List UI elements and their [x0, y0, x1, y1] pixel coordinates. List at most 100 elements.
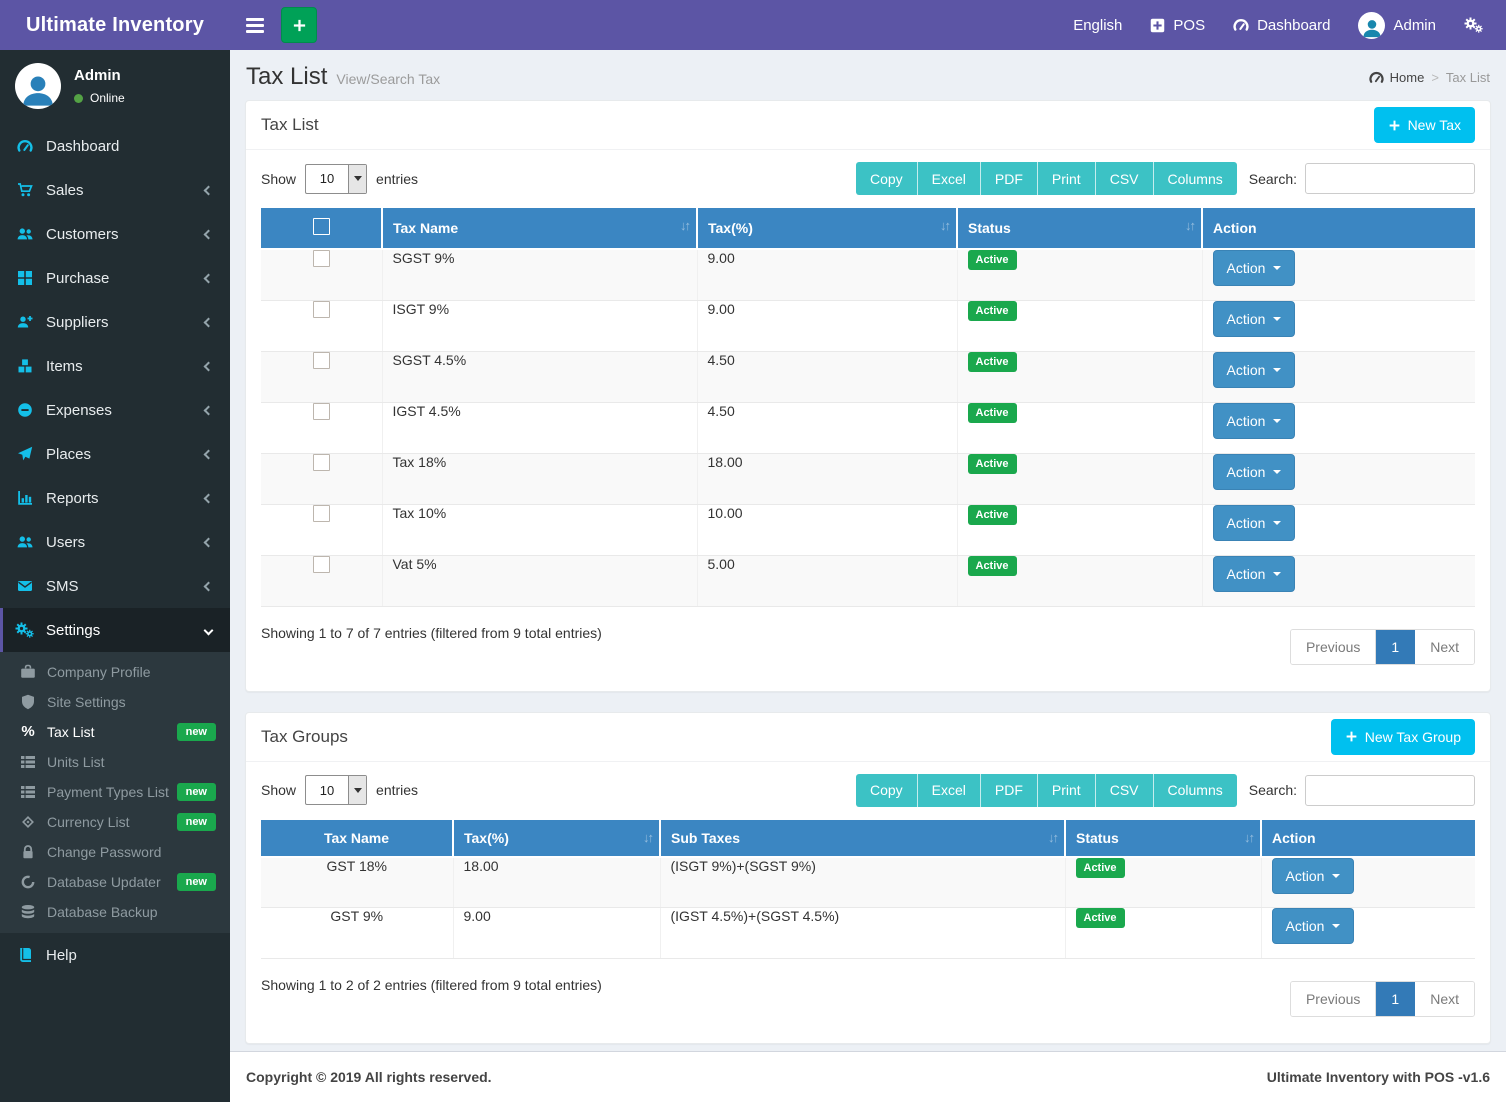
- action-dropdown-button[interactable]: Action: [1213, 505, 1296, 541]
- user-menu[interactable]: Admin: [1344, 0, 1450, 50]
- copy-button[interactable]: Copy: [856, 162, 918, 195]
- sidebar-item-suppliers[interactable]: Suppliers: [0, 300, 230, 344]
- excel-button[interactable]: Excel: [918, 162, 981, 195]
- pagination-next[interactable]: Next: [1415, 630, 1474, 664]
- sidebar-user-name: Admin: [74, 67, 125, 84]
- row-checkbox[interactable]: [313, 556, 330, 573]
- action-dropdown-button[interactable]: Action: [1213, 403, 1296, 439]
- sidebar-item-units-list[interactable]: Units List: [0, 747, 230, 777]
- row-checkbox[interactable]: [313, 454, 330, 471]
- sidebar-item-currency-list[interactable]: Currency List new: [0, 807, 230, 837]
- briefcase-icon: [19, 664, 37, 680]
- pagination-page-1[interactable]: 1: [1376, 982, 1415, 1016]
- pagination-page-1[interactable]: 1: [1376, 630, 1415, 664]
- search-input[interactable]: [1305, 775, 1475, 806]
- sidebar-item-database-updater[interactable]: Database Updater new: [0, 867, 230, 897]
- quick-add-button[interactable]: [281, 7, 317, 43]
- sidebar-toggle-icon[interactable]: [242, 12, 268, 39]
- sidebar-item-tax-list[interactable]: % Tax List new: [0, 717, 230, 747]
- column-header-sub-taxes[interactable]: Sub Taxes↓↑: [660, 820, 1065, 857]
- action-dropdown-button[interactable]: Action: [1213, 454, 1296, 490]
- columns-button[interactable]: Columns: [1154, 774, 1237, 807]
- sidebar-item-help[interactable]: Help: [0, 933, 230, 977]
- print-button[interactable]: Print: [1038, 774, 1096, 807]
- sidebar-item-payment-types-list[interactable]: Payment Types List new: [0, 777, 230, 807]
- row-checkbox[interactable]: [313, 352, 330, 369]
- action-dropdown-button[interactable]: Action: [1272, 858, 1355, 894]
- sort-icon[interactable]: ↓↑: [940, 218, 949, 233]
- sidebar-item-purchase[interactable]: Purchase: [0, 256, 230, 300]
- settings-menu[interactable]: [1450, 0, 1498, 50]
- column-header-tax-percent[interactable]: Tax(%)↓↑: [697, 208, 957, 249]
- sidebar-item-company-profile[interactable]: Company Profile: [0, 657, 230, 687]
- pagination-next[interactable]: Next: [1415, 982, 1474, 1016]
- app-logo[interactable]: Ultimate Inventory: [0, 0, 230, 50]
- csv-button[interactable]: CSV: [1096, 774, 1154, 807]
- breadcrumb-home-link[interactable]: Home: [1369, 70, 1425, 85]
- action-dropdown-button[interactable]: Action: [1213, 352, 1296, 388]
- columns-button[interactable]: Columns: [1154, 162, 1237, 195]
- tax-percent-cell: 5.00: [697, 555, 957, 606]
- sidebar-item-users[interactable]: Users: [0, 520, 230, 564]
- pagination-previous[interactable]: Previous: [1291, 630, 1376, 664]
- dashboard-link[interactable]: Dashboard: [1219, 0, 1344, 50]
- sidebar-item-change-password[interactable]: Change Password: [0, 837, 230, 867]
- action-dropdown-button[interactable]: Action: [1213, 556, 1296, 592]
- sort-icon[interactable]: ↓↑: [680, 218, 689, 233]
- sidebar-item-reports[interactable]: Reports: [0, 476, 230, 520]
- sort-icon[interactable]: ↓↑: [1048, 830, 1057, 845]
- row-checkbox[interactable]: [313, 250, 330, 267]
- column-header-tax-percent[interactable]: Tax(%)↓↑: [453, 820, 660, 857]
- print-button[interactable]: Print: [1038, 162, 1096, 195]
- sidebar-item-site-settings[interactable]: Site Settings: [0, 687, 230, 717]
- sidebar-item-database-backup[interactable]: Database Backup: [0, 897, 230, 927]
- column-header-tax-name[interactable]: Tax Name↓↑: [382, 208, 697, 249]
- select-all-checkbox[interactable]: [313, 218, 330, 235]
- sort-icon[interactable]: ↓↑: [1244, 830, 1253, 845]
- sidebar-item-items[interactable]: Items: [0, 344, 230, 388]
- copy-button[interactable]: Copy: [856, 774, 918, 807]
- table-row: Tax 18% 18.00 Active Action: [261, 453, 1475, 504]
- action-dropdown-button[interactable]: Action: [1213, 301, 1296, 337]
- sidebar-item-expenses[interactable]: Expenses: [0, 388, 230, 432]
- page-length-select[interactable]: 10: [305, 775, 367, 805]
- row-checkbox[interactable]: [313, 403, 330, 420]
- new-tax-button[interactable]: New Tax: [1374, 107, 1475, 143]
- pdf-button[interactable]: PDF: [981, 774, 1038, 807]
- pagination-previous[interactable]: Previous: [1291, 982, 1376, 1016]
- sidebar-item-sms[interactable]: SMS: [0, 564, 230, 608]
- sort-icon[interactable]: ↓↑: [1185, 218, 1194, 233]
- status-badge: Active: [968, 403, 1017, 423]
- action-dropdown-button[interactable]: Action: [1272, 908, 1355, 944]
- excel-button[interactable]: Excel: [918, 774, 981, 807]
- chevron-left-icon: [204, 537, 214, 547]
- page-length-select[interactable]: 10: [305, 164, 367, 194]
- sidebar-item-settings[interactable]: Settings: [0, 608, 230, 652]
- top-navbar: Ultimate Inventory English POS Dashboard…: [0, 0, 1506, 50]
- table-row: ISGT 9% 9.00 Active Action: [261, 300, 1475, 351]
- sidebar-item-label: Currency List: [47, 814, 129, 830]
- settings-submenu: Company Profile Site Settings % Tax List…: [0, 652, 230, 933]
- column-header-status[interactable]: Status↓↑: [957, 208, 1202, 249]
- sidebar-item-places[interactable]: Places: [0, 432, 230, 476]
- breadcrumb-home-label: Home: [1390, 70, 1425, 85]
- language-menu[interactable]: English: [1059, 0, 1136, 50]
- sidebar-item-dashboard[interactable]: Dashboard: [0, 124, 230, 168]
- sidebar-item-customers[interactable]: Customers: [0, 212, 230, 256]
- row-checkbox[interactable]: [313, 301, 330, 318]
- row-checkbox[interactable]: [313, 505, 330, 522]
- caret-down-icon: [1273, 317, 1281, 321]
- online-status-label: Online: [90, 91, 125, 105]
- column-header-status[interactable]: Status↓↑: [1065, 820, 1261, 857]
- csv-button[interactable]: CSV: [1096, 162, 1154, 195]
- pos-link[interactable]: POS: [1136, 0, 1219, 50]
- new-tax-group-button[interactable]: New Tax Group: [1331, 719, 1475, 755]
- sort-icon[interactable]: ↓↑: [643, 830, 652, 845]
- cogs-icon: [15, 622, 35, 638]
- pdf-button[interactable]: PDF: [981, 162, 1038, 195]
- sidebar-item-sales[interactable]: Sales: [0, 168, 230, 212]
- sidebar-item-label: Dashboard: [46, 138, 119, 155]
- search-input[interactable]: [1305, 163, 1475, 194]
- action-dropdown-button[interactable]: Action: [1213, 250, 1296, 286]
- column-header-tax-name[interactable]: Tax Name: [261, 820, 453, 857]
